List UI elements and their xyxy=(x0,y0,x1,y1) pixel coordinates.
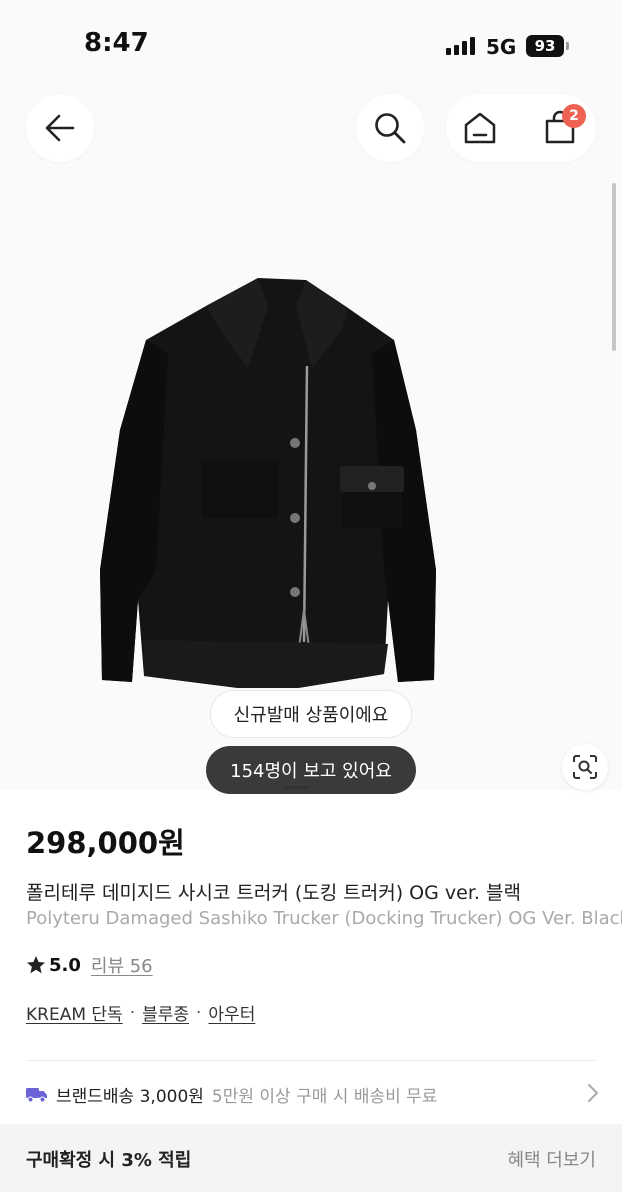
battery-icon: 93 xyxy=(526,35,564,57)
divider xyxy=(26,1060,596,1061)
cart-count-badge: 2 xyxy=(562,104,586,128)
image-page-indicator xyxy=(284,786,310,789)
tag-separator: · xyxy=(196,1002,202,1023)
battery-level: 93 xyxy=(534,37,556,55)
tag-blouson[interactable]: 블루종 xyxy=(142,1000,189,1025)
tag-outer[interactable]: 아우터 xyxy=(208,1000,255,1025)
back-button[interactable] xyxy=(26,94,94,162)
lens-search-icon xyxy=(573,755,597,779)
viewers-badge: 154명이 보고 있어요 xyxy=(206,746,416,794)
tags-row: KREAM 단독 · 블루종 · 아우터 xyxy=(26,1000,255,1026)
rating-row: 5.0 리뷰 56 xyxy=(26,952,153,978)
delivery-note: 5만원 이상 구매 시 배송비 무료 xyxy=(211,1086,438,1107)
status-bar: 8:47 5G 93 xyxy=(0,0,622,80)
battery-tip xyxy=(566,42,569,50)
product-title-ko: 폴리테루 데미지드 사시코 트러커 (도킹 트러커) OG ver. 블랙 xyxy=(26,882,521,904)
signal-icon xyxy=(446,37,475,55)
network-type: 5G xyxy=(486,35,517,59)
new-release-badge: 신규발매 상품이에요 xyxy=(210,690,412,738)
reviews-link[interactable]: 리뷰 56 xyxy=(91,952,153,978)
chevron-right-icon xyxy=(588,1084,598,1102)
rating-score: 5.0 xyxy=(49,954,81,976)
tag-kream-exclusive[interactable]: KREAM 단독 xyxy=(26,1000,123,1025)
delivery-fee: 브랜드배송 3,000원 xyxy=(56,1086,204,1107)
benefit-label: 구매확정 시 3% 적립 xyxy=(26,1150,192,1171)
header-action-group: 2 xyxy=(446,94,596,162)
benefit-bar: 구매확정 시 3% 적립 혜택 더보기 xyxy=(0,1124,622,1192)
arrow-left-icon xyxy=(45,114,75,142)
delivery-row[interactable]: 브랜드배송 3,000원 5만원 이상 구매 시 배송비 무료 xyxy=(26,1080,600,1108)
product-title-en: Polyteru Damaged Sashiko Trucker (Dockin… xyxy=(26,908,622,929)
search-icon xyxy=(375,113,406,144)
product-image[interactable] xyxy=(98,270,438,700)
image-search-button[interactable] xyxy=(562,744,608,790)
home-icon[interactable] xyxy=(462,111,498,145)
benefit-more-link[interactable]: 혜택 더보기 xyxy=(507,1146,596,1172)
status-time: 8:47 xyxy=(84,28,149,58)
scrollbar-thumb[interactable] xyxy=(612,183,616,351)
star-icon xyxy=(27,956,45,974)
product-price: 298,000원 xyxy=(26,826,185,860)
search-button[interactable] xyxy=(356,94,424,162)
tag-separator: · xyxy=(129,1002,136,1023)
truck-icon xyxy=(26,1088,47,1103)
